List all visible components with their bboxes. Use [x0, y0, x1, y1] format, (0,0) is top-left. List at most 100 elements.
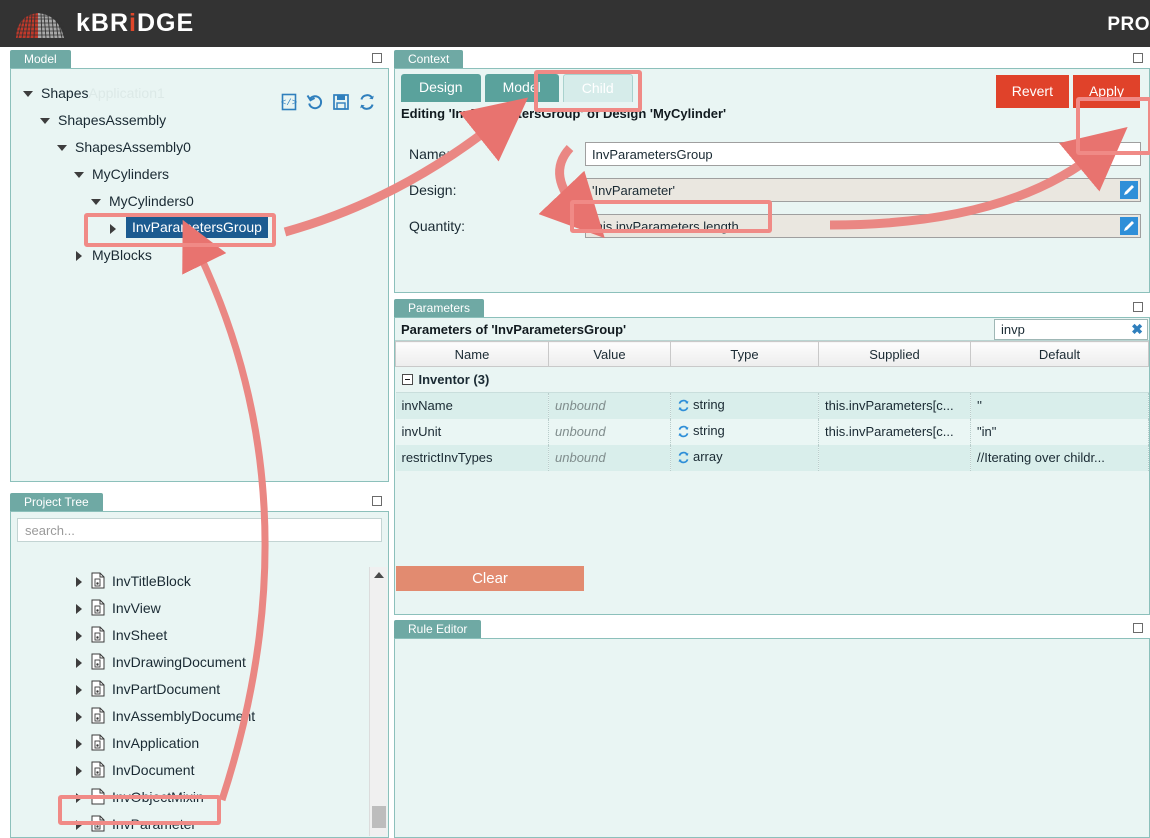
model-tree-node[interactable]: InvParametersGroup [11, 214, 388, 241]
chevron-right-icon[interactable] [72, 628, 86, 642]
project-tree-item[interactable]: InvSheet [12, 621, 387, 648]
project-tree-item[interactable]: InvView [12, 594, 387, 621]
table-row[interactable]: restrictInvTypes unbound array //Iterating … [395, 444, 1149, 471]
design-input[interactable]: 'InvParameter' [585, 178, 1141, 202]
chevron-right-icon[interactable] [72, 736, 86, 750]
tab-context[interactable]: Context [394, 50, 464, 68]
project-search-input[interactable]: search... [17, 518, 382, 542]
chevron-right-icon[interactable] [72, 655, 86, 669]
revert-button[interactable]: Revert [995, 75, 1069, 108]
param-value: unbound [548, 392, 671, 419]
table-row[interactable]: invUnit unbound string this.invParameters[c… [395, 418, 1149, 445]
chevron-right-icon[interactable] [72, 601, 86, 615]
model-tree-node[interactable]: MyCylinders0 [11, 187, 388, 214]
table-row[interactable]: invName unbound string this.invParameters[c… [395, 392, 1149, 419]
project-tree-item[interactable]: InvParameter [12, 810, 387, 836]
chevron-right-icon[interactable] [72, 682, 86, 696]
param-default: //Iterating over childr... [970, 444, 1149, 471]
project-tree-item-label: InvSheet [112, 626, 168, 643]
minimize-icon[interactable] [372, 496, 382, 506]
parameter-group-row[interactable]: Inventor (3) [395, 366, 1149, 393]
tab-model[interactable]: Model [10, 50, 71, 68]
tab-parameters[interactable]: Parameters [394, 299, 485, 317]
project-tree-scrollbar[interactable] [369, 567, 387, 836]
minimize-icon[interactable] [372, 53, 382, 63]
project-tree-item[interactable]: InvAssemblyDocument [12, 702, 387, 729]
column-header[interactable]: Default [970, 341, 1149, 367]
chevron-right-icon[interactable] [72, 574, 86, 588]
param-default: '' [970, 392, 1149, 419]
model-panel-body: </> Shapes Application1 ShapesAssembly Shap… [10, 68, 389, 482]
project-tree-item-label: InvDrawingDocument [112, 653, 246, 670]
project-tree-item[interactable]: InvPartDocument [12, 675, 387, 702]
document-marked-icon [91, 599, 105, 616]
param-default-text: "in" [977, 424, 997, 439]
parameters-header: Parameters of 'InvParametersGroup' invp … [395, 318, 1149, 341]
project-tree-item-label: InvPartDocument [112, 680, 221, 697]
minimize-icon[interactable] [1133, 623, 1143, 633]
chevron-right-icon[interactable] [72, 817, 86, 831]
brand-name-i: i [129, 9, 137, 37]
pro-label: PRO [1107, 14, 1150, 35]
quantity-input[interactable]: this.invParameters.length [585, 214, 1141, 238]
project-tree-item[interactable]: InvDrawingDocument [12, 648, 387, 675]
refresh-icon[interactable] [677, 451, 690, 467]
param-value: unbound [548, 418, 671, 445]
chevron-down-icon[interactable] [89, 194, 103, 208]
refresh-icon[interactable] [677, 399, 690, 415]
project-tree-item[interactable]: InvDocument [12, 756, 387, 783]
column-header[interactable]: Value [548, 341, 671, 367]
clear-x-icon[interactable]: ✖ [1131, 321, 1143, 338]
name-input[interactable]: InvParametersGroup [585, 142, 1141, 166]
model-tree-node[interactable]: MyBlocks [11, 241, 388, 268]
column-header[interactable]: Supplied [818, 341, 971, 367]
minimize-icon[interactable] [1133, 53, 1143, 63]
project-tree-item-label: InvDocument [112, 761, 195, 778]
tab-rule-editor[interactable]: Rule Editor [394, 620, 482, 638]
column-header[interactable]: Type [670, 341, 819, 367]
chevron-right-icon[interactable] [72, 763, 86, 777]
minus-collapse-icon[interactable] [401, 374, 413, 385]
model-tree-node-label: ShapesAssembly0 [75, 138, 191, 155]
chevron-down-icon[interactable] [21, 86, 35, 100]
model-tree-node[interactable]: ShapesAssembly [11, 106, 388, 133]
tab-child[interactable]: Child [562, 74, 633, 102]
parameters-filter-input[interactable]: invp ✖ [994, 318, 1148, 340]
tab-project-tree[interactable]: Project Tree [10, 493, 103, 511]
scrollbar-thumb[interactable] [372, 806, 386, 828]
model-tree-node[interactable]: MyCylinders [11, 160, 388, 187]
project-tree-list: InvTitleBlock InvView InvSheet InvDrawingDo… [12, 567, 387, 836]
pencil-edit-icon[interactable] [1120, 181, 1138, 199]
chevron-down-icon[interactable] [72, 167, 86, 181]
document-marked-icon [91, 680, 105, 697]
chevron-down-icon[interactable] [55, 140, 69, 154]
project-tree-item[interactable]: InvObjectMixin [12, 783, 387, 810]
rule-editor-body[interactable] [394, 638, 1150, 838]
project-tree-item-label: InvView [112, 599, 161, 616]
model-tree-node-label: MyCylinders [92, 165, 170, 182]
param-default-text: '' [977, 398, 982, 414]
project-tree-item[interactable]: InvTitleBlock [12, 567, 387, 594]
chevron-right-icon[interactable] [72, 248, 86, 262]
brand-logo[interactable]: kBRiDGE [14, 9, 194, 39]
refresh-icon[interactable] [677, 425, 690, 441]
chevron-right-icon[interactable] [72, 790, 86, 804]
model-tree-node[interactable]: ShapesAssembly0 [11, 133, 388, 160]
tab-model[interactable]: Model [484, 74, 559, 102]
project-tree-item[interactable]: InvApplication [12, 729, 387, 756]
field-value: InvParametersGroup [592, 146, 713, 162]
apply-button[interactable]: Apply [1072, 75, 1140, 108]
model-tree-node-label: Shapes [41, 84, 89, 101]
tab-design[interactable]: Design [401, 74, 481, 102]
minimize-icon[interactable] [1133, 302, 1143, 312]
model-tree-node[interactable]: Shapes Application1 [11, 79, 388, 106]
scroll-up-arrow-icon[interactable] [374, 572, 384, 578]
chevron-right-icon[interactable] [72, 709, 86, 723]
param-supplied: this.invParameters[c... [818, 392, 971, 419]
chevron-down-icon[interactable] [38, 113, 52, 127]
pencil-edit-icon[interactable] [1120, 217, 1138, 235]
clear-button[interactable]: Clear [396, 566, 584, 591]
context-actions: Revert Apply [992, 75, 1140, 108]
column-header[interactable]: Name [395, 341, 549, 367]
chevron-right-icon[interactable] [106, 221, 120, 235]
